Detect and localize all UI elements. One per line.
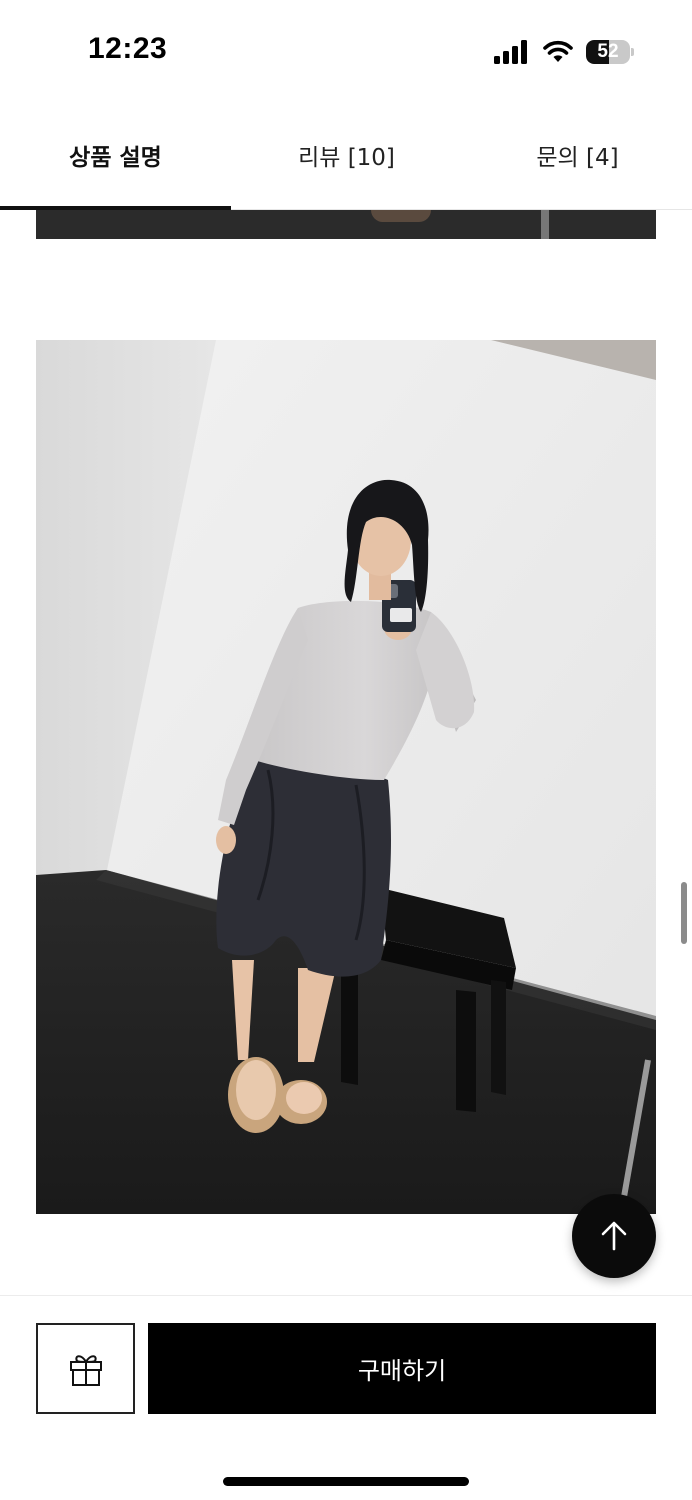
battery-icon: 52 (586, 40, 634, 64)
product-description-content (0, 210, 692, 1295)
tab-product-description[interactable]: 상품 설명 (0, 100, 231, 210)
tab-reviews[interactable]: 리뷰 [10] (231, 100, 462, 210)
product-detail-screen: 12:23 52 상품 설명 리뷰 [10] 문의 [4] 구매하기 (0, 0, 692, 1500)
tab-inquiries[interactable]: 문의 [4] (462, 100, 692, 210)
home-indicator (223, 1477, 469, 1486)
gift-icon (69, 1354, 102, 1386)
wifi-icon (543, 40, 573, 62)
cellular-signal-icon (494, 40, 527, 64)
scrollbar-thumb[interactable] (681, 882, 687, 944)
product-photo-previous (36, 210, 656, 239)
gift-button[interactable] (36, 1323, 135, 1414)
status-bar: 12:23 52 (0, 0, 692, 100)
product-tabs: 상품 설명 리뷰 [10] 문의 [4] (0, 100, 692, 210)
status-time: 12:23 (88, 32, 168, 65)
status-icons: 52 (494, 38, 634, 66)
bottom-action-bar: 구매하기 (0, 1295, 692, 1500)
active-tab-indicator (0, 206, 231, 210)
arrow-up-icon (601, 1221, 627, 1251)
product-photo-model (36, 340, 656, 1214)
battery-level: 52 (597, 41, 619, 62)
buy-button[interactable]: 구매하기 (148, 1323, 656, 1414)
scroll-to-top-button[interactable] (572, 1194, 656, 1278)
